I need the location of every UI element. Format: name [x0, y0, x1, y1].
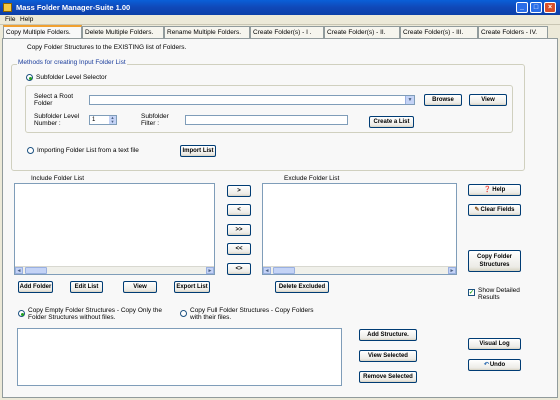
- move-all-left-button[interactable]: <<: [227, 243, 251, 255]
- title-bar: Mass Folder Manager-Suite 1.00 _ □ ×: [0, 0, 560, 15]
- undo-icon: ↶: [483, 362, 489, 368]
- import-list-label: Importing Folder List from a text file: [37, 147, 139, 154]
- remove-selected-button[interactable]: Remove Selected: [359, 371, 417, 383]
- swap-button[interactable]: <>: [227, 263, 251, 275]
- menu-file[interactable]: File: [5, 16, 15, 23]
- add-folder-button[interactable]: Add Folder: [18, 281, 53, 293]
- methods-group-title: Methods for creating Input Folder List: [17, 59, 127, 66]
- include-list-scrollbar[interactable]: ◄ ►: [15, 266, 214, 274]
- browse-button[interactable]: Browse: [424, 94, 462, 106]
- move-all-right-button[interactable]: >>: [227, 224, 251, 236]
- subfolder-level-label: Subfolder Level Selector: [36, 74, 107, 81]
- import-list-radio[interactable]: [27, 147, 34, 154]
- minimize-button[interactable]: _: [516, 2, 528, 13]
- include-list-title: Include Folder List: [31, 175, 85, 182]
- subfolder-level-value: 1: [92, 117, 96, 123]
- spin-arrows-icon[interactable]: ▲ ▼: [109, 116, 116, 124]
- exclude-list-scrollbar[interactable]: ◄ ►: [263, 266, 456, 274]
- delete-excluded-button[interactable]: Delete Excluded: [275, 281, 329, 293]
- maximize-button[interactable]: □: [530, 2, 542, 13]
- subfolder-level-number-label: Subfolder Level Number :: [34, 113, 80, 127]
- subfolder-level-radio[interactable]: [26, 74, 33, 81]
- tab-create-folders-3[interactable]: Create Folder(s) - III.: [400, 26, 478, 38]
- structure-list[interactable]: [17, 328, 342, 386]
- copy-empty-label: Copy Empty Folder Structures - Copy Only…: [28, 307, 163, 321]
- tab-panel: Copy Folder Structures to the EXISTING l…: [2, 38, 558, 398]
- move-left-button[interactable]: <: [227, 204, 251, 216]
- chevron-down-icon[interactable]: ▼: [405, 96, 414, 104]
- include-folder-list[interactable]: ◄ ►: [14, 183, 215, 275]
- create-list-button[interactable]: Create a List: [369, 116, 414, 128]
- broom-icon: ✎: [474, 207, 480, 213]
- tab-delete-multiple-folders[interactable]: Delete Multiple Folders.: [82, 26, 164, 38]
- window-title: Mass Folder Manager-Suite 1.00: [16, 3, 131, 12]
- visual-log-button[interactable]: Visual Log: [468, 338, 521, 350]
- copy-empty-radio[interactable]: [18, 310, 25, 317]
- move-right-button[interactable]: >: [227, 185, 251, 197]
- exclude-folder-list[interactable]: ◄ ►: [262, 183, 457, 275]
- help-button[interactable]: ❓Help: [468, 184, 521, 196]
- clear-fields-label: Clear Fields: [480, 207, 515, 213]
- edit-list-button[interactable]: Edit List: [70, 281, 103, 293]
- undo-label: Undo: [489, 362, 506, 368]
- view-include-button[interactable]: View: [123, 281, 157, 293]
- scroll-thumb[interactable]: [25, 267, 47, 274]
- scroll-left-icon[interactable]: ◄: [15, 267, 23, 274]
- menu-help[interactable]: Help: [20, 16, 33, 23]
- tab-strip: Copy Multiple Folders. Delete Multiple F…: [0, 25, 560, 39]
- help-icon: ❓: [483, 187, 492, 193]
- export-list-button[interactable]: Export List: [174, 281, 210, 293]
- view-selected-button[interactable]: View Selected: [359, 350, 417, 362]
- show-detailed-label: Show Detailed Results: [478, 287, 520, 301]
- tab-copy-multiple-folders[interactable]: Copy Multiple Folders.: [3, 25, 82, 39]
- copy-folder-structures-button[interactable]: Copy Folder Structures: [468, 250, 521, 272]
- tab-rename-multiple-folders[interactable]: Rename Multiple Folders.: [164, 26, 250, 38]
- close-button[interactable]: ×: [544, 2, 556, 13]
- add-structure-button[interactable]: Add Structure.: [359, 329, 417, 341]
- scroll-thumb[interactable]: [273, 267, 295, 274]
- tab-create-folders-4[interactable]: Create Folders - IV.: [478, 26, 548, 38]
- tab-create-folders-2[interactable]: Create Folder(s) - II.: [324, 26, 400, 38]
- tab-create-folders-1[interactable]: Create Folder(s) - I .: [250, 26, 324, 38]
- show-detailed-checkbox[interactable]: ✓: [468, 289, 475, 296]
- help-label: Help: [492, 187, 506, 193]
- clear-fields-button[interactable]: ✎Clear Fields: [468, 204, 521, 216]
- copy-full-label: Copy Full Folder Structures - Copy Folde…: [190, 307, 314, 321]
- subfolder-filter-label: Subfolder Filter :: [141, 113, 169, 127]
- root-folder-label: Select a Root Folder: [34, 93, 74, 107]
- scroll-left-icon[interactable]: ◄: [263, 267, 271, 274]
- undo-button[interactable]: ↶Undo: [468, 359, 521, 371]
- subfolder-level-stepper[interactable]: 1 ▲ ▼: [89, 115, 117, 125]
- scroll-right-icon[interactable]: ►: [448, 267, 456, 274]
- import-list-button[interactable]: Import List: [180, 145, 216, 157]
- subfolder-inner-group: [25, 85, 513, 133]
- copy-full-radio[interactable]: [180, 310, 187, 317]
- app-icon: [3, 3, 12, 12]
- subfolder-filter-input[interactable]: [185, 115, 348, 125]
- scroll-right-icon[interactable]: ►: [206, 267, 214, 274]
- exclude-list-title: Exclude Folder List: [284, 175, 340, 182]
- root-folder-select[interactable]: ▼: [89, 95, 415, 105]
- header-text: Copy Folder Structures to the EXISTING l…: [27, 44, 187, 51]
- view-root-button[interactable]: View: [469, 94, 507, 106]
- menu-bar: File Help: [0, 15, 560, 25]
